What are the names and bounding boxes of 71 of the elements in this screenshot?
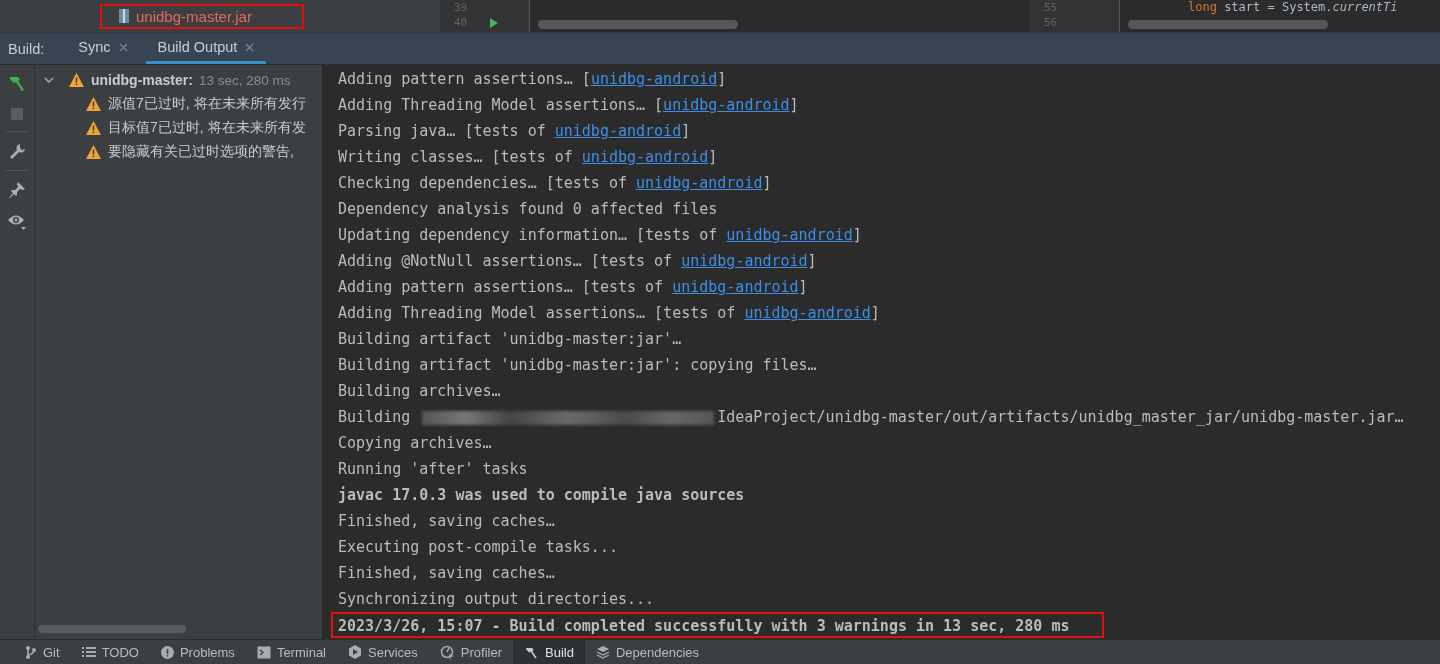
pin-icon[interactable] — [8, 181, 26, 199]
alert-circle-icon — [160, 645, 174, 659]
output-line: Adding pattern assertions… [unidbg-android] — [337, 69, 727, 90]
link[interactable]: unidbg-android — [581, 148, 709, 166]
link[interactable]: unidbg-android — [590, 70, 718, 88]
output-line: Parsing java… [tests of unidbg-android] — [337, 121, 691, 142]
file-name: unidbg-master.jar — [136, 7, 252, 25]
code-line: long start = System.currentTi — [1187, 0, 1399, 14]
close-icon[interactable] — [245, 42, 255, 52]
output-line: Executing post-compile tasks... — [337, 537, 618, 558]
tool-window-button[interactable]: Build — [513, 640, 585, 664]
tool-window-button[interactable]: Git — [14, 640, 71, 664]
output-line: Finished, saving caches… — [337, 511, 555, 532]
gauge-icon — [439, 644, 455, 660]
wrench-icon[interactable] — [8, 142, 26, 160]
output-line: Writing classes… [tests of unidbg-android] — [337, 147, 718, 168]
project-tree-item[interactable]: unidbg-master.jar — [100, 3, 304, 29]
tool-window-button[interactable]: TODO — [70, 640, 150, 664]
link[interactable]: unidbg-android — [744, 304, 871, 322]
output-line: Adding Threading Model assertions… [tests of unidbg-android] — [337, 303, 880, 324]
scrollbar[interactable] — [538, 20, 738, 29]
output-line: Running 'after' tasks — [337, 459, 528, 480]
output-line: Building archives… — [337, 381, 501, 402]
output-line: Dependency analysis found 0 affected files — [337, 199, 718, 220]
warning-icon — [85, 96, 102, 112]
panel-title: Build: — [7, 39, 46, 59]
output-line: javac 17.0.3 was used to compile java sources — [337, 485, 745, 506]
link[interactable]: unidbg-android — [726, 226, 853, 244]
eye-icon[interactable] — [7, 213, 27, 231]
build-time: 13 sec, 280 ms — [198, 72, 291, 88]
tool-window-button[interactable]: Profiler — [428, 640, 514, 664]
tab[interactable]: Sync — [66, 33, 140, 64]
link[interactable]: unidbg-android — [636, 174, 763, 192]
archive-icon — [118, 8, 130, 24]
tool-window-button[interactable]: Problems — [149, 640, 246, 664]
warning-icon — [68, 72, 85, 88]
output-line: Building artifact 'unidbg-master:jar'… — [337, 329, 682, 350]
tree-item[interactable]: 要隐藏有关已过时选项的警告, — [108, 143, 294, 161]
tree-item[interactable]: 目标值7已过时, 将在未来所有发 — [108, 119, 306, 137]
output-line: Finished, saving caches… — [337, 563, 555, 584]
output-line: Adding pattern assertions… [tests of unidbg-android] — [337, 277, 808, 298]
tool-window-button[interactable]: Services — [337, 640, 429, 664]
warning-icon — [85, 144, 102, 160]
branch-icon — [25, 645, 37, 659]
warning-icon — [85, 120, 102, 136]
output-line: Copying archives… — [337, 433, 492, 454]
output-line: Synchronizing output directories... — [337, 589, 655, 610]
layers-icon — [595, 645, 610, 659]
tree-item[interactable]: 源值7已过时, 将在未来所有发行 — [108, 95, 306, 113]
tree-item[interactable]: unidbg-master: — [91, 72, 193, 88]
output-line: Building artifact 'unidbg-master:jar': copying files… — [337, 355, 817, 376]
output-line: Checking dependencies… [tests of unidbg-android] — [337, 173, 772, 194]
link[interactable]: unidbg-android — [681, 252, 808, 270]
output-line: Adding @NotNull assertions… [tests of unidbg-android] — [337, 251, 817, 272]
tool-window-button[interactable]: Dependencies — [584, 640, 711, 664]
scrollbar[interactable] — [1128, 20, 1328, 29]
link[interactable]: unidbg-android — [663, 96, 790, 114]
output-line: Building IdeaProject/unidbg-master/out/artifacts/unidbg_master_jar/unidbg-master.jar… — [337, 407, 1404, 428]
link[interactable]: unidbg-android — [554, 122, 682, 140]
build-result: 2023/3/26, 15:07 - Build completed successfully with 3 warnings in 13 sec, 280 ms — [331, 612, 1104, 638]
scrollbar[interactable] — [38, 625, 186, 633]
services-icon — [348, 645, 362, 659]
terminal-icon — [256, 645, 271, 659]
close-icon[interactable] — [118, 42, 128, 52]
list-icon — [81, 646, 96, 658]
output-line: Adding Threading Model assertions… [unidbg-android] — [337, 95, 799, 116]
output-line: Updating dependency information… [tests of unidbg-android] — [337, 225, 862, 246]
chevron-down-icon[interactable] — [44, 75, 54, 85]
link[interactable]: unidbg-android — [672, 278, 799, 296]
tool-window-button[interactable]: Terminal — [245, 640, 337, 664]
run-icon[interactable] — [489, 16, 500, 29]
